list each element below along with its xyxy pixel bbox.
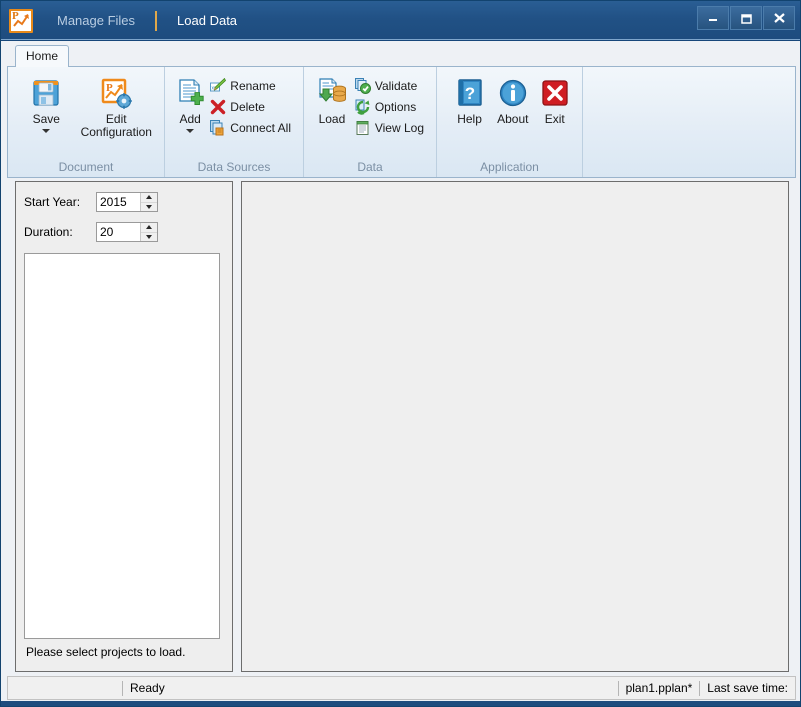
ribbon-group-application: ? Help About Exit Application [436,67,582,177]
ribbon-group-label-document: Document [58,160,114,174]
rename-button-label: Rename [230,78,276,93]
start-year-input[interactable] [97,193,140,211]
menu-separator [155,10,158,31]
ribbon-group-label-data-sources: Data Sources [197,160,271,174]
edit-configuration-button[interactable]: P Edit Configuration [77,72,156,139]
ribbon-tabstrip: Home [7,45,796,67]
validate-button[interactable]: Validate [352,75,428,96]
status-ready-text: Ready [130,681,165,695]
start-year-stepper[interactable] [96,192,158,212]
window-controls [697,6,795,30]
delete-button[interactable]: Delete [207,96,295,117]
menu-item-manage-files[interactable]: Manage Files [51,10,141,31]
data-source-detail-panel[interactable] [241,181,789,672]
menu-item-load-data[interactable]: Load Data [171,10,243,31]
start-year-label: Start Year: [24,195,81,209]
data-sources-small-buttons: xy Rename Delete Connect All [207,72,295,138]
maximize-button[interactable] [730,6,762,30]
add-button[interactable]: Add [173,72,207,133]
connect-all-icon [209,119,227,136]
svg-text:?: ? [464,84,474,103]
start-year-spin-buttons [140,193,157,211]
exit-x-icon [541,76,569,110]
triangle-up-icon [146,195,152,200]
close-icon [773,13,785,23]
view-log-button-label: View Log [374,120,424,135]
ribbon: Home Save P Edit Configuration Document … [7,45,796,179]
help-button[interactable]: ? Help [449,72,490,126]
rename-pencil-icon: xy [209,77,227,94]
help-button-label: Help [457,112,482,126]
exit-button[interactable]: Exit [536,72,574,126]
start-year-decrement-button[interactable] [141,203,157,212]
ribbon-group-document: Save P Edit Configuration Document [8,67,164,177]
about-button[interactable]: About [490,72,535,126]
duration-increment-button[interactable] [141,223,157,233]
ribbon-group-data: Load Validate Options View Log Data [303,67,436,177]
data-small-buttons: Validate Options View Log [352,72,428,138]
validate-button-label: Validate [374,78,418,93]
configuration-gear-icon: P [100,76,132,110]
tab-home[interactable]: Home [15,45,69,67]
chevron-down-icon[interactable] [42,129,51,133]
window-bottom-edge [1,701,800,706]
load-button-label: Load [318,112,346,126]
application-window: P Manage Files Load Data Home Save P Edi… [0,0,801,707]
options-button[interactable]: Options [352,96,428,117]
project-selection-panel: Start Year: Duration: [15,181,233,672]
chart-app-icon: P [9,8,33,33]
load-database-icon [316,76,348,110]
delete-button-label: Delete [230,99,265,114]
add-document-icon [174,76,206,110]
save-button[interactable]: Save [16,72,77,133]
validate-check-icon [354,77,372,94]
status-file-name: plan1.pplan* [625,681,693,695]
options-button-label: Options [374,99,417,114]
triangle-down-icon [146,204,152,209]
help-book-icon: ? [455,76,485,110]
view-log-button[interactable]: View Log [352,117,428,138]
minimize-icon [709,19,717,21]
exit-button-label: Exit [544,112,565,126]
title-bar: P Manage Files Load Data [1,1,800,41]
view-log-icon [354,119,372,136]
start-year-row: Start Year: [24,192,232,212]
connect-all-button-label: Connect All [230,120,291,135]
close-button[interactable] [763,6,795,30]
duration-input[interactable] [97,223,140,241]
duration-stepper[interactable] [96,222,158,242]
floppy-disk-icon [30,76,62,110]
duration-row: Duration: [24,222,232,242]
duration-decrement-button[interactable] [141,233,157,242]
save-button-label: Save [32,112,60,126]
ribbon-group-label-application: Application [480,160,539,174]
main-menu: Manage Files Load Data [51,1,243,41]
about-button-label: About [497,112,529,126]
ribbon-body: Save P Edit Configuration Document Add x… [7,66,796,178]
triangle-down-icon [146,234,152,239]
ribbon-group-label-data: Data [357,160,383,174]
ribbon-group-empty [582,67,795,177]
duration-spin-buttons [140,223,157,241]
status-last-save-time: Last save time: [707,681,788,695]
rename-button[interactable]: xy Rename [207,75,295,96]
duration-label: Duration: [24,225,73,239]
connect-all-button[interactable]: Connect All [207,117,295,138]
options-refresh-icon [354,98,372,115]
status-bar: Ready plan1.pplan* Last save time: [7,676,796,700]
project-list[interactable] [24,253,220,639]
maximize-icon [741,13,752,24]
main-content: Start Year: Duration: [7,181,796,673]
chevron-down-icon[interactable] [186,129,195,133]
minimize-button[interactable] [697,6,729,30]
ribbon-group-data-sources: Add xy Rename Delete Connect All Data So… [164,67,303,177]
start-year-increment-button[interactable] [141,193,157,203]
about-info-icon [498,76,528,110]
add-button-label: Add [179,112,201,126]
load-button[interactable]: Load [312,72,352,126]
edit-configuration-label: Edit Configuration [80,112,152,139]
triangle-up-icon [146,225,152,230]
project-selection-status: Please select projects to load. [26,645,186,659]
delete-x-icon [209,98,227,115]
